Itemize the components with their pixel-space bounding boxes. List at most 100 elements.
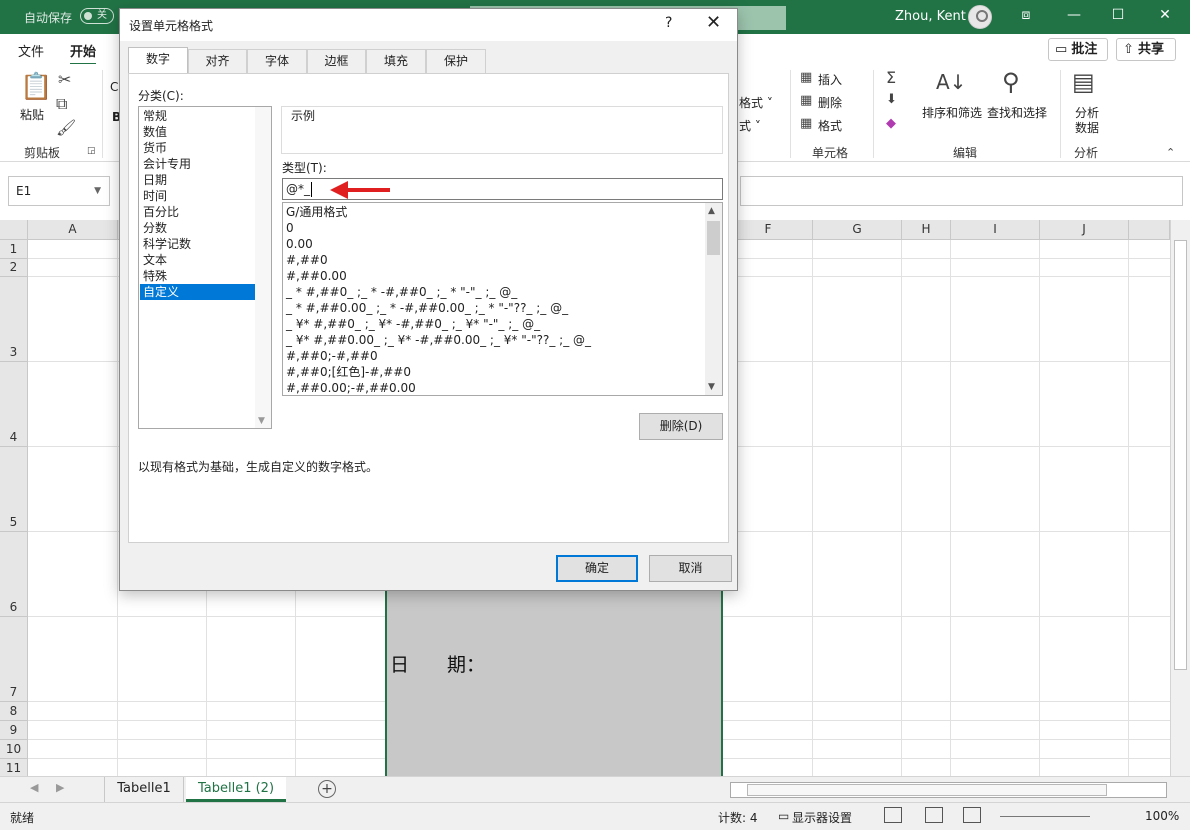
tab-protection[interactable]: 保护 bbox=[426, 49, 486, 73]
comment-button[interactable]: ▭ 批注 bbox=[1048, 38, 1108, 61]
find-select-button[interactable]: 查找和选择 bbox=[987, 104, 1047, 121]
format-cells-icon[interactable]: ▦ bbox=[800, 116, 812, 131]
name-box[interactable]: E1 ▼ bbox=[8, 176, 110, 206]
list-item[interactable]: 常规 bbox=[140, 108, 255, 124]
sort-filter-icon[interactable]: A↓ bbox=[936, 70, 966, 94]
column-header-g[interactable]: G bbox=[813, 220, 902, 240]
list-item[interactable]: 科学记数 bbox=[140, 236, 255, 252]
list-item[interactable]: _ ¥* #,##0.00_ ;_ ¥* -#,##0.00_ ;_ ¥* "-… bbox=[286, 332, 591, 348]
user-name[interactable]: Zhou, Kent bbox=[895, 9, 966, 24]
cut-icon[interactable]: ✂ bbox=[58, 70, 71, 89]
page-break-icon[interactable] bbox=[963, 807, 981, 823]
copy-icon[interactable]: ⧉ bbox=[56, 94, 67, 114]
sheet-tab-tabelle1[interactable]: Tabelle1 bbox=[104, 777, 184, 802]
delete-cells-icon[interactable]: ▦ bbox=[800, 93, 812, 108]
list-item[interactable]: #,##0;[红色]-#,##0 bbox=[286, 364, 411, 380]
row-header-4[interactable]: 4 bbox=[0, 362, 28, 447]
row-header-3[interactable]: 3 bbox=[0, 277, 28, 362]
chevron-down-icon[interactable]: ▼ bbox=[258, 416, 265, 426]
row-header-8[interactable]: 8 bbox=[0, 702, 28, 721]
list-item[interactable]: 特殊 bbox=[140, 268, 255, 284]
ribbon-display-icon[interactable]: ⧈ bbox=[1016, 7, 1036, 23]
row-header-7[interactable]: 7 bbox=[0, 617, 28, 702]
list-item[interactable]: 货币 bbox=[140, 140, 255, 156]
format-list[interactable]: G/通用格式 0 0.00 #,##0 #,##0.00 _ * #,##0_ … bbox=[282, 202, 723, 396]
help-icon[interactable]: ? bbox=[665, 15, 672, 31]
close-window-button[interactable]: ✕ bbox=[1155, 7, 1175, 23]
format-scrollbar[interactable]: ▲ ▼ bbox=[705, 203, 722, 395]
row-header-11[interactable]: 11 bbox=[0, 759, 28, 776]
add-sheet-button[interactable]: + bbox=[318, 780, 336, 798]
insert-cells-icon[interactable]: ▦ bbox=[800, 70, 812, 85]
vertical-scrollbar[interactable] bbox=[1170, 220, 1190, 776]
display-settings-icon[interactable]: ▭ bbox=[778, 809, 789, 823]
row-header-9[interactable]: 9 bbox=[0, 721, 28, 740]
row-header-1[interactable]: 1 bbox=[0, 240, 28, 259]
list-item[interactable]: _ * #,##0.00_ ;_ * -#,##0.00_ ;_ * "-"??… bbox=[286, 300, 568, 316]
scrollbar-thumb[interactable] bbox=[1174, 240, 1187, 670]
list-item[interactable]: 时间 bbox=[140, 188, 255, 204]
dialog-launcher-icon[interactable]: ◲ bbox=[87, 146, 96, 156]
page-layout-icon[interactable] bbox=[925, 807, 943, 823]
sheet-tab-tabelle1-2[interactable]: Tabelle1 (2) bbox=[186, 777, 286, 802]
list-item[interactable]: 分数 bbox=[140, 220, 255, 236]
maximize-button[interactable]: ☐ bbox=[1108, 7, 1128, 23]
analyze-data-label2[interactable]: 数据 bbox=[1075, 119, 1099, 136]
autosum-icon[interactable]: Σ bbox=[886, 68, 896, 87]
chevron-down-icon[interactable]: ▼ bbox=[708, 382, 715, 392]
tab-number[interactable]: 数字 bbox=[128, 47, 188, 73]
tab-home[interactable]: 开始 bbox=[70, 41, 97, 66]
row-header-5[interactable]: 5 bbox=[0, 447, 28, 532]
list-item[interactable]: #,##0.00;-#,##0.00 bbox=[286, 380, 416, 395]
category-list[interactable]: 常规 数值 货币 会计专用 日期 时间 百分比 分数 科学记数 文本 特殊 自定… bbox=[138, 106, 272, 429]
column-header-i[interactable]: I bbox=[951, 220, 1040, 240]
zoom-slider[interactable] bbox=[1000, 816, 1090, 817]
list-item[interactable]: 数值 bbox=[140, 124, 255, 140]
column-header-j[interactable]: J bbox=[1040, 220, 1129, 240]
row-header-2[interactable]: 2 bbox=[0, 259, 28, 277]
delete-button[interactable]: 删除 bbox=[818, 94, 842, 111]
select-all-corner[interactable] bbox=[0, 220, 28, 240]
list-item[interactable]: #,##0 bbox=[286, 252, 328, 268]
share-button[interactable]: ⇧ 共享 bbox=[1116, 38, 1176, 61]
format-as-table-partial[interactable]: 格式 ˅ bbox=[739, 94, 773, 111]
list-item[interactable]: 会计专用 bbox=[140, 156, 255, 172]
close-icon[interactable]: ✕ bbox=[706, 12, 721, 33]
column-header-a[interactable]: A bbox=[28, 220, 118, 240]
chevron-down-icon[interactable]: ▼ bbox=[94, 177, 101, 205]
clear-icon[interactable]: ◆ bbox=[886, 116, 896, 131]
format-button[interactable]: 格式 bbox=[818, 117, 842, 134]
list-item[interactable]: 日期 bbox=[140, 172, 255, 188]
list-item[interactable]: #,##0;-#,##0 bbox=[286, 348, 378, 364]
sort-filter-button[interactable]: 排序和筛选 bbox=[922, 104, 982, 121]
cell-styles-partial[interactable]: 式 ˅ bbox=[739, 117, 761, 134]
formula-input[interactable] bbox=[740, 176, 1183, 206]
zoom-level[interactable]: 100% bbox=[1145, 809, 1179, 823]
prev-sheet-icon[interactable]: ◀ bbox=[30, 781, 38, 794]
autosave-toggle[interactable]: 关 bbox=[80, 8, 114, 24]
list-item[interactable]: 文本 bbox=[140, 252, 255, 268]
insert-button[interactable]: 插入 bbox=[818, 71, 842, 88]
normal-view-icon[interactable] bbox=[884, 807, 902, 823]
fill-icon[interactable]: ⬇ bbox=[886, 92, 897, 107]
column-header-h[interactable]: H bbox=[902, 220, 951, 240]
format-painter-icon[interactable]: 🖌 bbox=[56, 118, 76, 137]
list-item[interactable]: _ * #,##0_ ;_ * -#,##0_ ;_ * "-"_ ;_ @_ bbox=[286, 284, 517, 300]
scrollbar-thumb[interactable] bbox=[747, 784, 1107, 796]
category-scrollbar[interactable]: ▼ bbox=[255, 107, 271, 428]
tab-font[interactable]: 字体 bbox=[247, 49, 307, 73]
row-header-6[interactable]: 6 bbox=[0, 532, 28, 617]
font-box-partial[interactable]: C bbox=[110, 80, 118, 94]
paste-label[interactable]: 粘贴 bbox=[20, 106, 44, 123]
list-item[interactable]: 0 bbox=[286, 220, 294, 236]
list-item[interactable]: _ ¥* #,##0_ ;_ ¥* -#,##0_ ;_ ¥* "-"_ ;_ … bbox=[286, 316, 540, 332]
tab-file[interactable]: 文件 bbox=[18, 41, 44, 60]
minimize-button[interactable]: — bbox=[1064, 7, 1084, 23]
delete-format-button[interactable]: 删除(D) bbox=[639, 413, 723, 440]
tab-border[interactable]: 边框 bbox=[307, 49, 366, 73]
list-item[interactable]: G/通用格式 bbox=[286, 204, 347, 220]
display-settings-button[interactable]: 显示器设置 bbox=[792, 809, 852, 826]
cancel-button[interactable]: 取消 bbox=[649, 555, 732, 582]
list-item[interactable]: 百分比 bbox=[140, 204, 255, 220]
scrollbar-thumb[interactable] bbox=[707, 221, 720, 255]
